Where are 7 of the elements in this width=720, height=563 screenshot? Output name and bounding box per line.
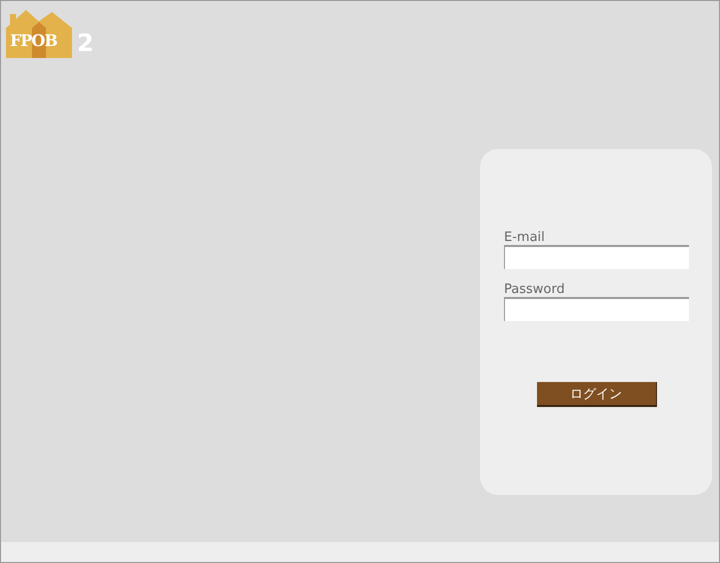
- field-label: E-mail: [504, 231, 546, 245]
- login-button[interactable]: ログイン: [536, 382, 656, 407]
- input-field[interactable]: [504, 297, 689, 321]
- input-field[interactable]: [504, 245, 689, 269]
- logo-text: FPOB: [10, 31, 57, 50]
- house-logo-icon: [6, 8, 72, 58]
- field-label: Password: [504, 283, 566, 297]
